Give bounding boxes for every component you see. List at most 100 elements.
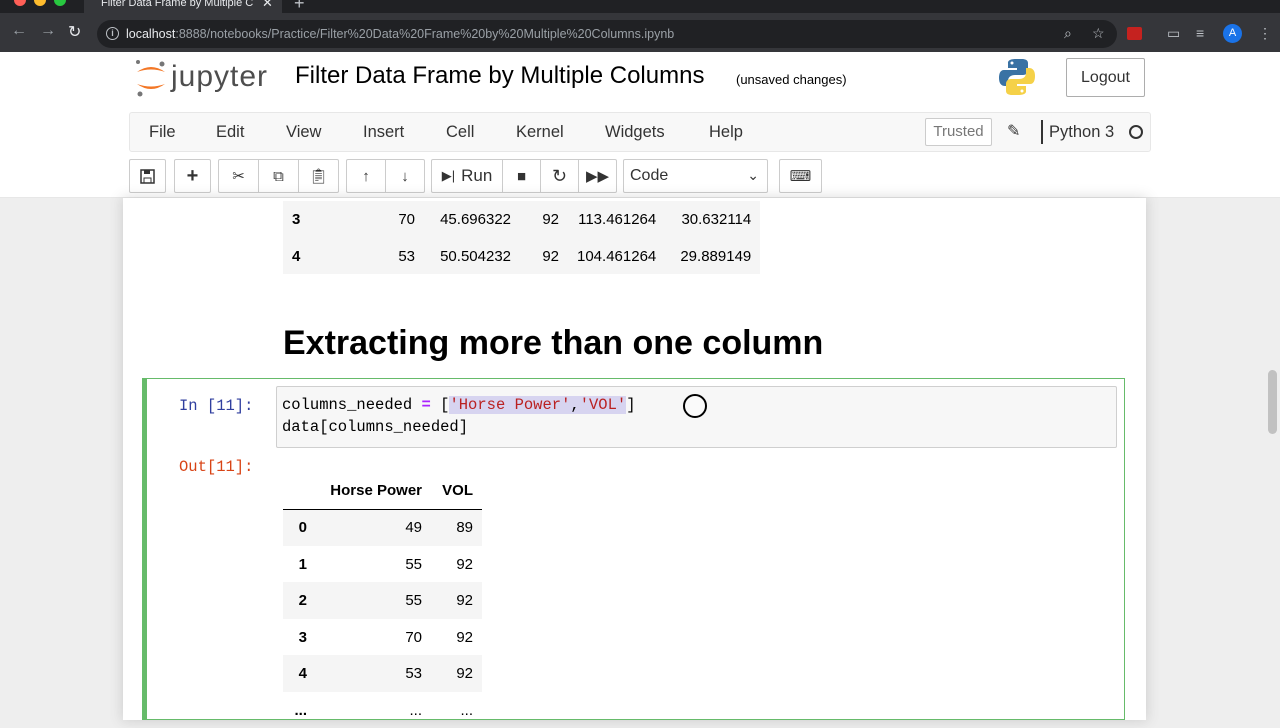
bookmark-star-icon[interactable]: ☆ xyxy=(1092,25,1105,42)
logout-button[interactable]: Logout xyxy=(1066,58,1145,97)
zoom-icon[interactable]: ⌕ xyxy=(1064,25,1072,42)
row-index: 4 xyxy=(298,665,307,682)
table-cell: 70 xyxy=(398,211,415,228)
menu-file[interactable]: File xyxy=(149,123,176,142)
trusted-indicator[interactable]: Trusted xyxy=(925,118,992,146)
new-tab-icon[interactable]: + xyxy=(294,0,305,14)
markdown-heading: Extracting more than one column xyxy=(283,324,824,362)
menu-edit[interactable]: Edit xyxy=(216,123,244,142)
forward-icon[interactable]: → xyxy=(40,22,56,40)
keyboard-icon[interactable]: ⌨ xyxy=(780,160,821,192)
column-header: Horse Power xyxy=(330,481,422,499)
row-index: 3 xyxy=(298,628,307,646)
media-controls-icon[interactable]: ≡ xyxy=(1196,25,1204,41)
column-header xyxy=(283,472,316,509)
browser-menu-icon[interactable]: ⋮ xyxy=(1258,25,1272,42)
back-icon[interactable]: ← xyxy=(11,22,27,40)
table-cell: 104.461264 xyxy=(577,247,657,265)
table-cell: 53 xyxy=(398,247,415,265)
table-cell: 53 xyxy=(405,665,422,682)
table-cell: 49 xyxy=(405,519,422,537)
row-index: 4 xyxy=(292,247,301,265)
row-index: 2 xyxy=(298,592,307,609)
copy-icon[interactable]: ⧉ xyxy=(259,160,299,192)
url-text[interactable]: localhost:8888/notebooks/Practice/Filter… xyxy=(126,27,674,41)
cut-icon[interactable]: ✂ xyxy=(219,160,259,192)
jupyter-logo-icon[interactable] xyxy=(134,58,168,103)
table-cell: 92 xyxy=(542,211,559,228)
code-line-1[interactable]: columns_needed = ['Horse Power','VOL'] xyxy=(282,396,636,414)
kernel-name[interactable]: Python 3 xyxy=(1049,123,1114,142)
menu-kernel[interactable]: Kernel xyxy=(516,123,564,142)
menu-widgets[interactable]: Widgets xyxy=(605,123,665,142)
table-cell: ... xyxy=(409,701,422,719)
table-row: 4 53 50.504232 92 104.461264 29.889149 xyxy=(283,238,761,274)
minimize-window-button[interactable] xyxy=(34,0,46,6)
table-row: 3 70 45.696322 92 113.461264 30.632114 xyxy=(283,201,761,238)
interrupt-icon[interactable]: ■ xyxy=(503,160,541,192)
input-prompt: In [11]: xyxy=(179,397,254,415)
row-index: 1 xyxy=(298,555,307,573)
insert-cell-icon[interactable]: + xyxy=(175,160,210,192)
row-index: ... xyxy=(294,701,307,719)
menu-insert[interactable]: Insert xyxy=(363,123,404,142)
table-cell: 92 xyxy=(456,592,473,609)
table-cell: 55 xyxy=(405,592,422,609)
table-header-row: Horse Power VOL xyxy=(283,472,482,509)
menu-view[interactable]: View xyxy=(286,123,321,142)
table-row: 0 49 89 xyxy=(283,509,482,546)
previous-output-table: 3 70 45.696322 92 113.461264 30.632114 4… xyxy=(283,201,761,274)
jupyter-logo-text[interactable]: jupyter xyxy=(171,60,268,94)
table-cell: 55 xyxy=(405,555,422,573)
kernel-idle-indicator-icon xyxy=(1129,125,1143,139)
run-button[interactable]: ▶︎| Run xyxy=(432,160,503,192)
insert-group: + xyxy=(174,159,211,193)
table-row: 1 55 92 xyxy=(283,546,482,582)
table-cell: 70 xyxy=(405,628,422,646)
save-icon[interactable] xyxy=(130,160,165,192)
reload-icon[interactable]: ↻ xyxy=(68,22,81,42)
extension-icon[interactable] xyxy=(1127,27,1142,40)
save-status: (unsaved changes) xyxy=(736,72,847,87)
kernel-separator xyxy=(1041,120,1043,144)
table-row: 2 55 92 xyxy=(283,582,482,619)
row-index: 0 xyxy=(298,519,307,537)
profile-avatar[interactable]: A xyxy=(1223,24,1242,43)
page-scrollbar[interactable] xyxy=(1268,370,1277,434)
command-palette-group: ⌨ xyxy=(779,159,822,193)
cast-icon[interactable]: ▭ xyxy=(1167,25,1180,42)
menu-cell[interactable]: Cell xyxy=(446,123,474,142)
table-cell: 113.461264 xyxy=(578,211,657,228)
column-header: VOL xyxy=(442,481,473,499)
save-group xyxy=(129,159,166,193)
menu-help[interactable]: Help xyxy=(709,123,743,142)
table-cell: 29.889149 xyxy=(680,247,752,265)
close-window-button[interactable] xyxy=(14,0,26,6)
python-logo-icon xyxy=(998,57,1036,102)
table-cell: 30.632114 xyxy=(681,211,752,228)
notebook-title[interactable]: Filter Data Frame by Multiple Columns xyxy=(295,62,704,90)
restart-run-all-icon[interactable]: ▶▶ xyxy=(579,160,616,192)
paste-icon[interactable]: 📋︎ xyxy=(299,160,338,192)
table-row: ... ... ... xyxy=(283,692,482,728)
table-cell: ... xyxy=(460,701,473,719)
run-icon: ▶︎| xyxy=(441,168,456,183)
chevron-down-icon: ⌄ xyxy=(747,167,759,183)
site-info-icon[interactable]: i xyxy=(106,27,119,40)
tab-close-icon[interactable]: ✕ xyxy=(262,0,273,11)
code-line-2[interactable]: data[columns_needed] xyxy=(282,418,468,436)
cell-type-select[interactable]: Code ⌄ xyxy=(623,159,768,193)
move-group: ↑ ↓ xyxy=(346,159,425,193)
edit-group: ✂ ⧉ 📋︎ xyxy=(218,159,339,193)
table-cell: 92 xyxy=(542,247,559,265)
run-group: ▶︎| Run ■ ↻ ▶▶ xyxy=(431,159,617,193)
move-up-icon[interactable]: ↑ xyxy=(347,160,386,192)
table-cell: 45.696322 xyxy=(440,211,511,228)
table-cell: 92 xyxy=(456,555,473,573)
maximize-window-button[interactable] xyxy=(54,0,66,6)
move-down-icon[interactable]: ↓ xyxy=(386,160,424,192)
restart-icon[interactable]: ↻ xyxy=(541,160,579,192)
table-row: 3 70 92 xyxy=(283,619,482,655)
edit-mode-pencil-icon: ✎ xyxy=(1007,123,1021,140)
output-prompt: Out[11]: xyxy=(179,458,254,476)
